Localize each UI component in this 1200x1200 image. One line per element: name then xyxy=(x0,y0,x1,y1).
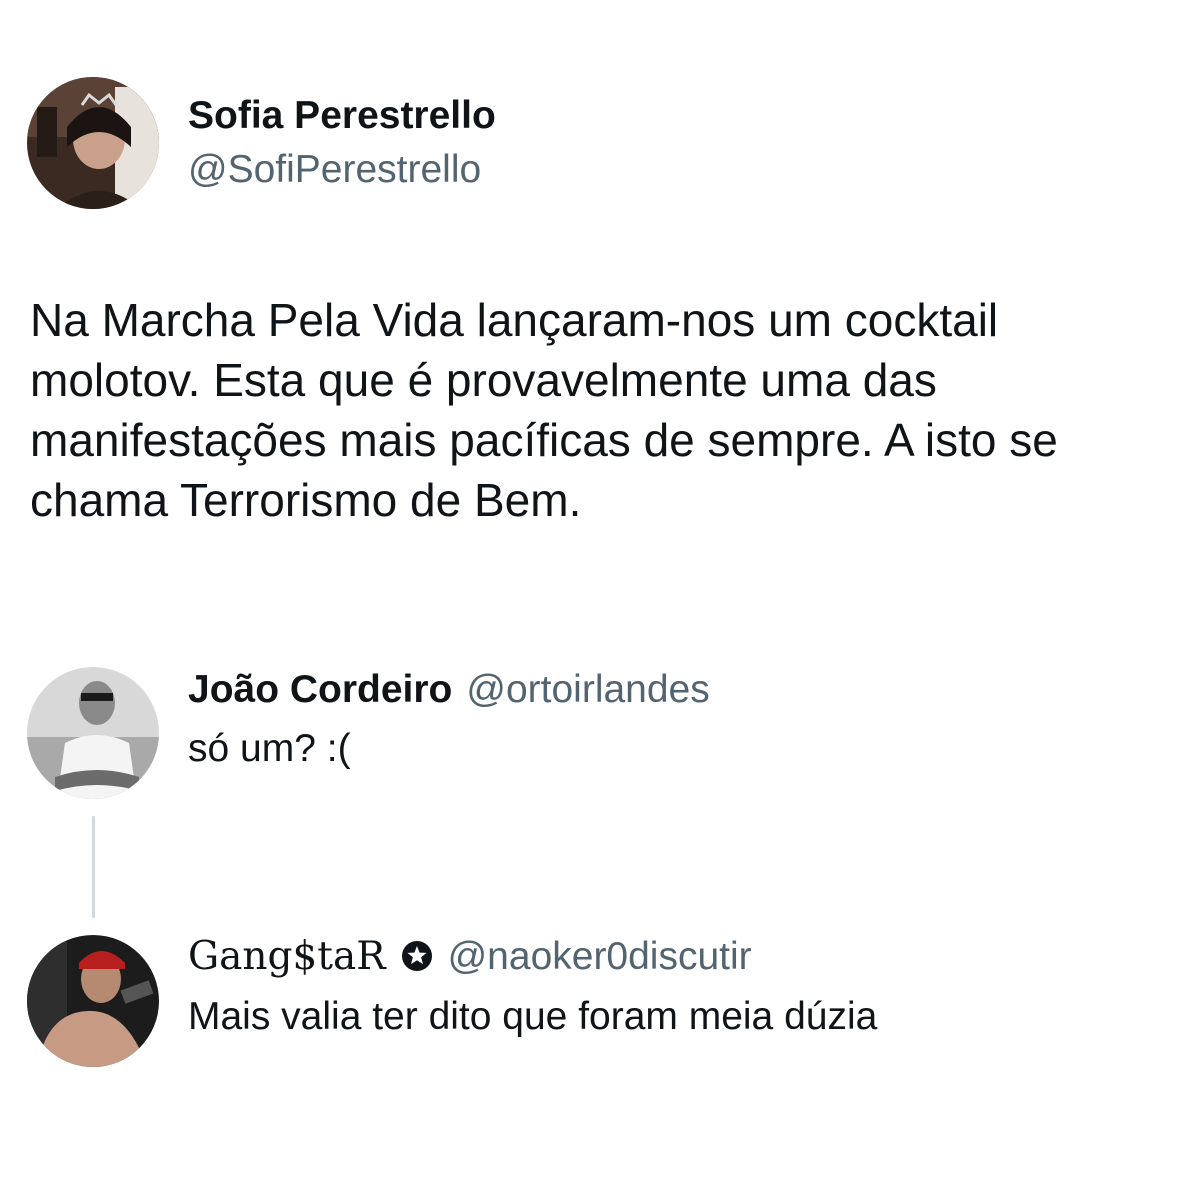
reply-display-name[interactable]: João Cordeiro xyxy=(188,668,452,712)
author-avatar[interactable] xyxy=(27,77,159,209)
author-display-name[interactable]: Sofia Perestrello xyxy=(188,94,496,138)
reply-handle[interactable]: @ortoirlandes xyxy=(466,668,709,712)
reply-text: Mais valia ter dito que foram meia dúzia xyxy=(188,995,878,1038)
star-badge-icon xyxy=(400,939,434,973)
reply-display-name[interactable]: Gang$taR xyxy=(188,934,386,979)
thread-connector-line xyxy=(92,816,95,918)
author-avatar-image xyxy=(27,77,159,209)
reply-header: João Cordeiro @ortoirlandes xyxy=(188,668,710,712)
reply-header: Gang$taR @naoker0discutir xyxy=(188,934,752,979)
reply-avatar[interactable] xyxy=(27,935,159,1067)
reply-avatar[interactable] xyxy=(27,667,159,799)
reply-avatar-image xyxy=(27,667,159,799)
reply-handle[interactable]: @naoker0discutir xyxy=(448,935,752,979)
tweet-text: Na Marcha Pela Vida lançaram-nos um cock… xyxy=(30,294,1058,526)
reply-text: só um? :( xyxy=(188,727,351,770)
author-handle[interactable]: @SofiPerestrello xyxy=(188,148,481,192)
reply-avatar-image xyxy=(27,935,159,1067)
